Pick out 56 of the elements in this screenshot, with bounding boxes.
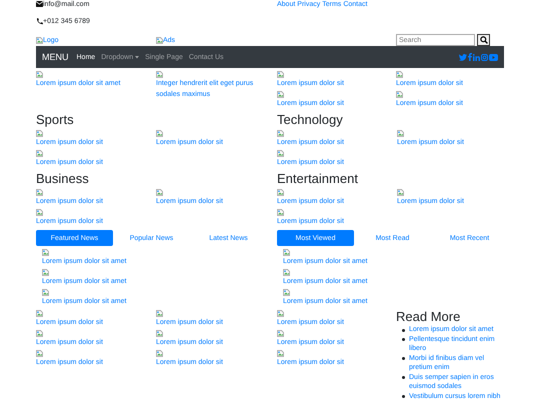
bird-icon[interactable]	[459, 54, 467, 60]
broken-image-icon	[396, 71, 403, 78]
bullet-icon	[402, 395, 405, 398]
broken-image-icon	[36, 209, 43, 216]
broken-image-icon	[283, 249, 290, 256]
letter-f-icon[interactable]	[468, 53, 472, 61]
bullet-icon	[402, 376, 405, 379]
broken-image-icon	[277, 350, 284, 357]
broken-image-icon	[283, 289, 290, 296]
broken-image-icon	[36, 71, 43, 78]
broken-image-icon	[156, 189, 163, 196]
menu-brand[interactable]: MENU	[42, 52, 68, 62]
broken-image-icon	[277, 130, 284, 137]
broken-image-icon	[36, 330, 43, 337]
broken-image-icon	[396, 91, 403, 98]
broken-image-icon	[156, 310, 163, 317]
envelope-icon	[36, 1, 43, 7]
broken-image-icon	[36, 37, 43, 44]
broken-image-icon	[277, 209, 284, 216]
play-button-icon[interactable]	[489, 54, 498, 60]
broken-image-icon	[156, 350, 163, 357]
broken-image-icon	[36, 130, 43, 137]
broken-image-icon	[156, 71, 163, 78]
broken-image-icon	[277, 189, 284, 196]
section-heading: Business	[36, 170, 90, 188]
bullet-icon	[402, 338, 405, 341]
broken-image-icon	[277, 71, 284, 78]
broken-image-icon	[156, 130, 163, 137]
search-icon	[480, 36, 488, 44]
bullet-icon	[402, 357, 405, 360]
broken-image-icon	[397, 130, 404, 137]
broken-image-icon	[156, 37, 163, 44]
broken-image-icon	[277, 330, 284, 337]
broken-image-icon	[36, 189, 43, 196]
caret-icon	[135, 56, 140, 58]
broken-image-icon	[36, 150, 43, 157]
broken-image-icon	[277, 91, 284, 98]
section-heading: Entertainment	[277, 170, 359, 188]
letters-in-icon[interactable]	[473, 54, 480, 60]
broken-image-icon	[36, 350, 43, 357]
broken-image-icon	[283, 269, 290, 276]
broken-image-icon	[156, 330, 163, 337]
broken-image-icon	[277, 310, 284, 317]
broken-image-icon	[42, 269, 49, 276]
broken-image-icon	[42, 249, 49, 256]
broken-image-icon	[277, 150, 284, 157]
broken-image-icon	[42, 289, 49, 296]
phone-icon	[36, 18, 43, 25]
broken-image-icon	[397, 189, 404, 196]
bullet-icon	[402, 328, 405, 332]
camera-icon[interactable]	[481, 54, 488, 60]
search-button[interactable]	[477, 34, 490, 46]
section-heading: Sports	[36, 111, 75, 129]
broken-image-icon	[36, 310, 43, 317]
section-heading: Technology	[277, 111, 344, 129]
read-more-heading: Read More	[396, 309, 462, 325]
